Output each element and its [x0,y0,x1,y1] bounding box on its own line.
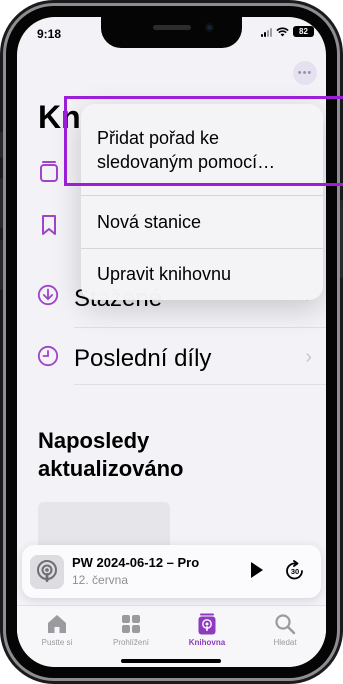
tab-label: Pustte si [41,638,73,647]
tab-label: Hledat [273,638,297,647]
tab-listen-now[interactable]: Pustte si [21,612,93,647]
tab-search[interactable]: Hledat [249,612,321,647]
browse-grid-icon [122,615,140,633]
home-icon [48,615,66,633]
tab-label: Knihovna [188,638,226,647]
podcast-artwork-icon [30,555,64,589]
list-item-latest-episodes[interactable]: Poslední díly › [17,328,326,384]
status-icons: 82 [261,26,314,37]
tab-library[interactable]: Knihovna [171,612,243,647]
chevron-right-icon: › [305,346,312,368]
cellular-signal-icon [261,27,272,37]
home-indicator[interactable] [121,659,221,663]
play-button[interactable] [251,562,263,578]
battery-icon: 82 [293,26,314,37]
skip-forward-30-icon[interactable]: 30 [284,560,306,582]
list-item-label: Poslední díly [74,345,212,372]
status-time: 9:18 [37,27,62,41]
phone-frame: 9:18 82 ••• Kn Poslední díly › Naposledy… [0,0,343,684]
menu-item-label: Nová stanice [97,212,202,232]
library-icon [198,613,216,635]
highlight-box [64,96,343,186]
tab-bar: Pustte si Prohlížení Knihovna Hledat [17,605,326,667]
section-title-line: aktualizováno [38,456,184,481]
notch [101,17,242,48]
tab-browse[interactable]: Prohlížení [95,612,167,647]
tab-label: Prohlížení [112,638,150,647]
speaker-grille [153,25,191,30]
bookmark-icon [42,215,56,235]
front-camera [205,23,214,32]
menu-item-label: Upravit knihovnu [97,264,232,284]
now-playing-date: 12. června [72,573,129,587]
section-title: Naposledy aktualizováno [38,427,238,483]
mini-player[interactable]: PW 2024-06-12 – Pro 12. června 30 [22,545,321,598]
menu-item-edit-library[interactable]: Upravit knihovnu [81,249,323,300]
wifi-icon [276,27,289,36]
now-playing-title: PW 2024-06-12 – Pro [72,555,200,570]
shows-stack-icon [40,161,58,182]
menu-item-new-station[interactable]: Nová stanice [81,196,323,248]
section-title-line: Naposledy [38,428,150,453]
volume-down-button [0,240,3,290]
search-icon [275,614,296,635]
more-options-button[interactable]: ••• [293,61,317,85]
skip-seconds-label: 30 [291,567,299,576]
volume-up-button [0,178,3,228]
clock-icon [37,345,59,367]
row-divider [74,384,326,385]
mute-switch [0,132,3,158]
download-icon [37,284,59,306]
